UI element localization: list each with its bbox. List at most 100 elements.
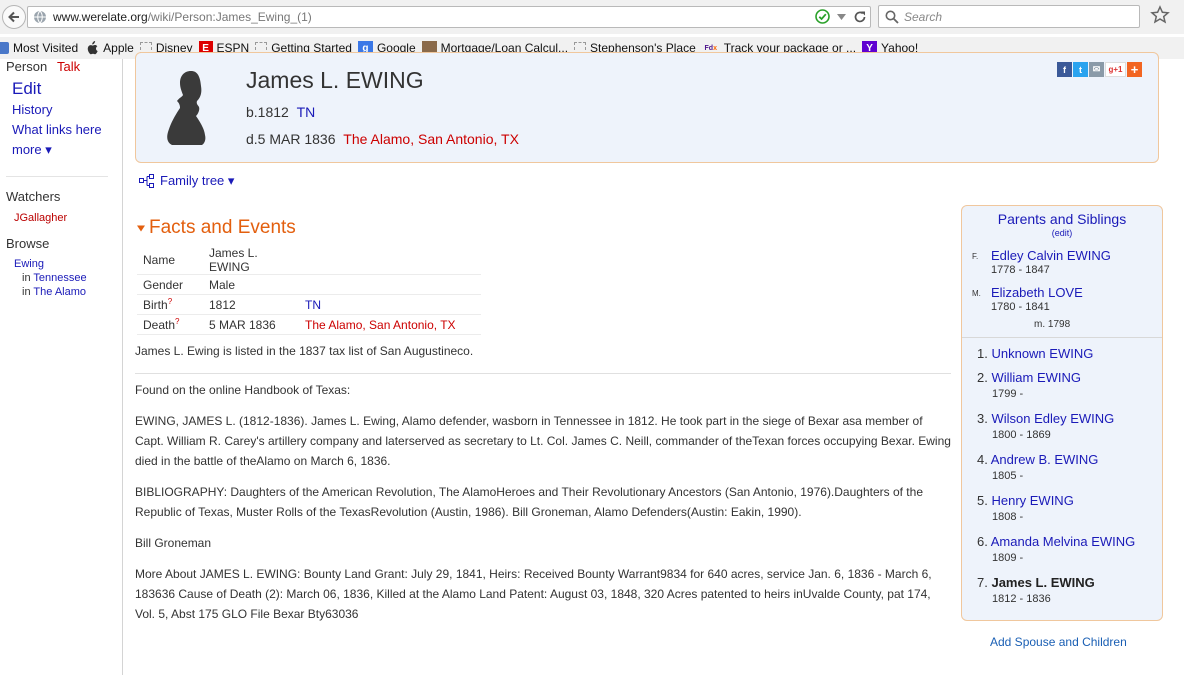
facts-section-title[interactable]: Facts and Events: [136, 217, 296, 239]
twitter-icon[interactable]: t: [1073, 62, 1088, 77]
fact-label: Gender: [137, 274, 203, 295]
family-tree-menu[interactable]: Family tree ▾: [139, 173, 234, 189]
panel-divider: [962, 337, 1162, 338]
family-tree-label: Family tree ▾: [160, 173, 235, 188]
source-needed-link[interactable]: ?: [175, 317, 179, 326]
apple-icon: [84, 41, 99, 56]
sibling-dates: 1808 -: [992, 511, 1024, 523]
browse-surname-link[interactable]: Ewing: [14, 258, 44, 270]
history-link[interactable]: History: [12, 102, 52, 117]
browse-heading: Browse: [6, 236, 50, 251]
male-silhouette-icon: [167, 71, 206, 145]
fact-value: James L. EWING: [203, 246, 299, 275]
handbook-intro: Found on the online Handbook of Texas:: [135, 383, 351, 397]
death-summary: d.5 MAR 1836 The Alamo, San Antonio, TX: [246, 131, 519, 147]
watchers-heading: Watchers: [6, 189, 61, 204]
more-menu[interactable]: more ▾: [12, 142, 52, 158]
bookmark-label: Most Visited: [13, 41, 79, 55]
email-icon[interactable]: ✉: [1089, 62, 1104, 77]
bookmark-star-icon[interactable]: [1150, 5, 1170, 25]
browse-tennessee-link[interactable]: Tennessee: [33, 272, 86, 284]
sibling-item[interactable]: 1. Unknown EWING: [977, 346, 1093, 361]
edit-link[interactable]: Edit: [12, 79, 41, 99]
fact-place: [299, 274, 481, 295]
addthis-plus-icon[interactable]: +: [1127, 62, 1142, 77]
table-row: Gender Male: [137, 274, 481, 295]
search-box[interactable]: Search: [878, 5, 1140, 28]
reload-icon[interactable]: [853, 10, 867, 24]
tax-list-note: James L. Ewing is listed in the 1837 tax…: [135, 344, 474, 358]
father-tag: F.: [972, 252, 979, 261]
fact-label: Death?: [137, 314, 203, 335]
watcher-link[interactable]: JGallagher: [14, 212, 67, 224]
what-links-here-link[interactable]: What links here: [12, 122, 102, 137]
fact-value: Male: [203, 274, 299, 295]
person-header: James L. EWING b.1812 TN d.5 MAR 1836 Th…: [135, 52, 1159, 163]
sibling-item[interactable]: 2. William EWING: [977, 370, 1081, 385]
family-edit-link[interactable]: (edit): [962, 228, 1162, 238]
sibling-dates: 1805 -: [992, 470, 1024, 482]
mother-link[interactable]: Elizabeth LOVE: [991, 285, 1083, 300]
tab-talk[interactable]: Talk: [57, 59, 80, 74]
fact-value: 1812: [203, 294, 299, 315]
parents-siblings-panel: Parents and Siblings (edit) F. Edley Cal…: [961, 205, 1163, 621]
share-buttons: f t ✉ g+1 +: [1057, 62, 1142, 77]
bookmark-apple[interactable]: Apple: [84, 41, 134, 56]
fact-value: 5 MAR 1836: [203, 314, 299, 335]
sibling-item-current: 7. James L. EWING: [977, 575, 1095, 590]
source-needed-link[interactable]: ?: [168, 297, 172, 306]
father-dates: 1778 - 1847: [991, 264, 1050, 276]
sidebar-divider: [6, 176, 108, 177]
sibling-dates: 1809 -: [992, 552, 1024, 564]
parents-siblings-title[interactable]: Parents and Siblings: [962, 211, 1162, 227]
verified-check-icon[interactable]: [815, 9, 830, 24]
back-button[interactable]: [2, 5, 26, 29]
death-place-link[interactable]: The Alamo, San Antonio, TX: [343, 131, 519, 147]
url-text: www.werelate.org/wiki/Person:James_Ewing…: [53, 10, 312, 24]
browse-alamo-link[interactable]: The Alamo: [33, 286, 86, 298]
marriage-year: m. 1798: [1034, 319, 1071, 330]
left-sidebar: Person Talk Edit History What links here…: [0, 59, 123, 675]
facebook-icon[interactable]: f: [1057, 62, 1072, 77]
dropdown-arrow-icon[interactable]: [836, 11, 847, 22]
sibling-item[interactable]: 6. Amanda Melvina EWING: [977, 534, 1135, 549]
fact-place-link[interactable]: The Alamo, San Antonio, TX: [299, 314, 481, 335]
browse-place-tennessee: in Tennessee: [22, 272, 87, 284]
sibling-item[interactable]: 3. Wilson Edley EWING: [977, 411, 1114, 426]
person-name: James L. EWING: [246, 67, 424, 93]
fact-place-link[interactable]: TN: [299, 294, 481, 315]
handbook-biography: EWING, JAMES L. (1812-1836). James L. Ew…: [135, 414, 951, 468]
mother-tag: M.: [972, 289, 981, 298]
sibling-item[interactable]: 4. Andrew B. EWING: [977, 452, 1098, 467]
search-icon: [885, 10, 899, 24]
facts-table: Name James L. EWING Gender Male Birth? 1…: [137, 246, 481, 335]
more-about-note: More About JAMES L. EWING: Bounty Land G…: [135, 567, 932, 621]
mother-dates: 1780 - 1841: [991, 301, 1050, 313]
browser-toolbar: www.werelate.org/wiki/Person:James_Ewing…: [0, 0, 1184, 34]
bookmark-most-visited[interactable]: Most Visited: [0, 41, 78, 55]
sibling-dates: 1812 - 1836: [992, 593, 1051, 605]
globe-icon: [34, 10, 46, 24]
father-link[interactable]: Edley Calvin EWING: [991, 248, 1111, 263]
tab-person[interactable]: Person: [6, 59, 47, 74]
browse-place-alamo: in The Alamo: [22, 286, 87, 298]
sibling-item[interactable]: 5. Henry EWING: [977, 493, 1074, 508]
address-bar[interactable]: www.werelate.org/wiki/Person:James_Ewing…: [27, 6, 871, 28]
google-plus-icon[interactable]: g+1: [1105, 62, 1126, 77]
fact-label: Name: [137, 246, 203, 275]
content-divider: [135, 373, 951, 374]
add-spouse-children-link[interactable]: Add Spouse and Children: [990, 635, 1127, 649]
fact-label: Birth?: [137, 294, 203, 315]
bibliography: BIBLIOGRAPHY: Daughters of the American …: [135, 485, 923, 519]
table-row: Birth? 1812 TN: [137, 294, 481, 315]
collapse-triangle-icon: [137, 225, 145, 232]
family-tree-icon: [139, 174, 154, 188]
sibling-dates: 1800 - 1869: [992, 429, 1051, 441]
birth-place-link[interactable]: TN: [297, 104, 316, 120]
table-row: Death? 5 MAR 1836 The Alamo, San Antonio…: [137, 314, 481, 335]
search-placeholder: Search: [904, 10, 943, 24]
back-arrow-icon: [8, 11, 19, 23]
bookmark-folder-icon: [0, 42, 9, 54]
author-name: Bill Groneman: [135, 536, 212, 550]
sibling-dates: 1799 -: [992, 388, 1024, 400]
